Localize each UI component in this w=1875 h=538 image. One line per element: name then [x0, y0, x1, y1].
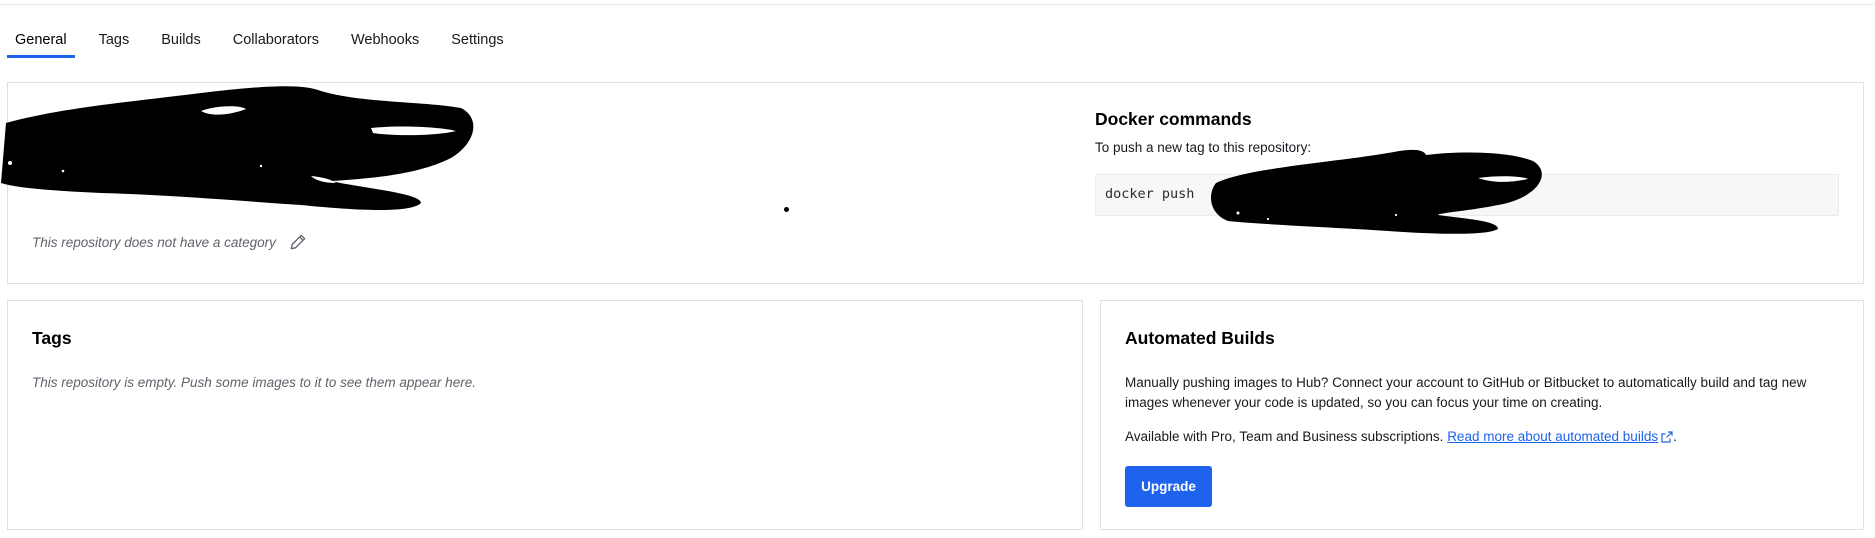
tab-settings[interactable]: Settings	[443, 20, 511, 58]
repo-tabs: General Tags Builds Collaborators Webhoo…	[7, 20, 528, 58]
tags-title: Tags	[32, 328, 72, 348]
trailing-period: .	[1673, 429, 1677, 444]
repository-overview-card: This repository does not have a category…	[1, 82, 1864, 284]
tab-general[interactable]: General	[7, 20, 75, 58]
top-divider	[0, 0, 1875, 5]
automated-builds-title: Automated Builds	[1125, 328, 1275, 348]
automated-builds-link[interactable]: Read more about automated builds	[1447, 429, 1673, 444]
category-row: This repository does not have a category	[32, 232, 308, 252]
tags-card: Tags This repository is empty. Push some…	[7, 300, 1083, 530]
tab-tags[interactable]: Tags	[91, 20, 138, 58]
tab-collaborators[interactable]: Collaborators	[225, 20, 327, 58]
pencil-icon[interactable]	[288, 232, 308, 252]
tab-builds[interactable]: Builds	[153, 20, 209, 58]
availability-line: Available with Pro, Team and Business su…	[1125, 429, 1845, 444]
stray-dot	[784, 207, 789, 212]
availability-text: Available with Pro, Team and Business su…	[1125, 429, 1444, 444]
command-prefix: docker push	[1105, 186, 1195, 202]
redacted-repository-path	[1211, 149, 1542, 234]
upgrade-button[interactable]: Upgrade	[1125, 466, 1212, 507]
category-text: This repository does not have a category	[32, 234, 276, 250]
automated-builds-card: Automated Builds Manually pushing images…	[1100, 300, 1864, 530]
docker-commands-title: Docker commands	[1095, 109, 1252, 129]
redacted-repository-name	[1, 86, 474, 210]
tab-webhooks[interactable]: Webhooks	[343, 20, 427, 58]
tags-empty-message: This repository is empty. Push some imag…	[32, 375, 476, 390]
external-link-icon	[1661, 431, 1673, 443]
automated-builds-description: Manually pushing images to Hub? Connect …	[1125, 375, 1807, 410]
